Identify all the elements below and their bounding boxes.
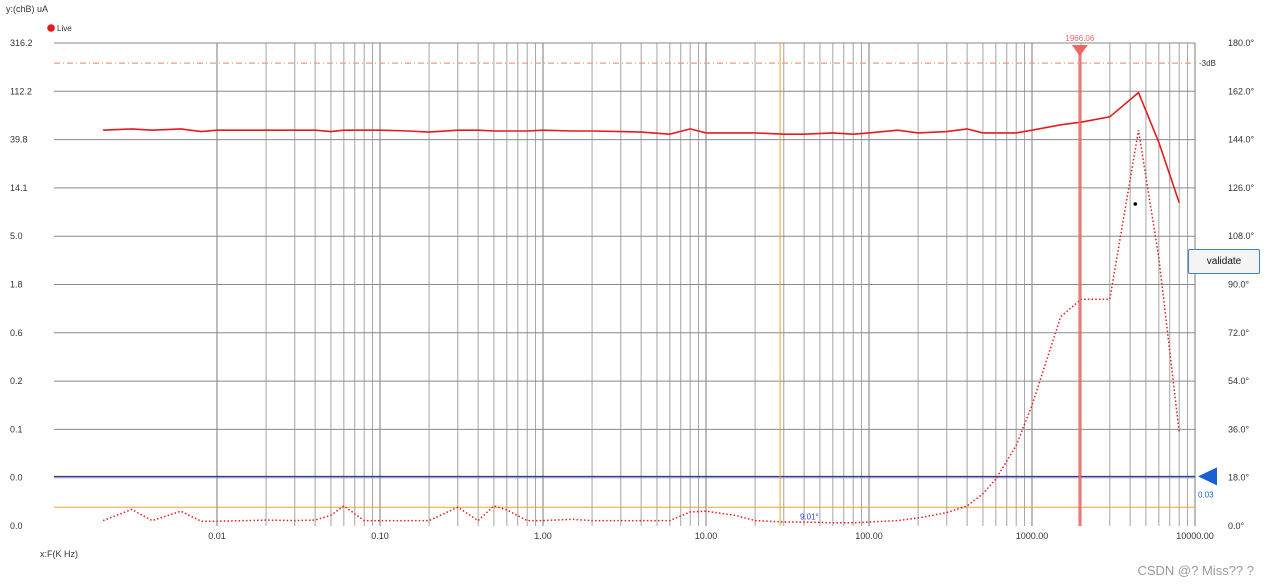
blue-cursor-handle bbox=[1198, 467, 1217, 486]
y-right-tick-label: 144.0° bbox=[1228, 135, 1255, 145]
y-left-tick-label: 0.6 bbox=[10, 328, 23, 338]
x-tick-label: 10000.00 bbox=[1176, 531, 1214, 541]
y-right-tick-label: 90.0° bbox=[1228, 280, 1250, 290]
blue-cursor-value: 0.03 bbox=[1198, 490, 1214, 499]
y-right-tick-label: 36.0° bbox=[1228, 424, 1250, 434]
frequency-marker[interactable]: 1966.06 bbox=[1065, 34, 1095, 526]
ticks: 0.0 0.0° 0.0 18.0° 0.1 36.0° 0.2 54.0° 0.6 72.0° 1… bbox=[10, 38, 1255, 541]
validate-button[interactable]: validate bbox=[1188, 249, 1260, 274]
y-right-tick-label: 54.0° bbox=[1228, 376, 1250, 386]
watermark: CSDN @? Miss?? ? bbox=[1137, 563, 1254, 578]
data-point-marker bbox=[1133, 202, 1138, 206]
y-left-tick-label: 0.2 bbox=[10, 376, 23, 386]
x-tick-label: 10.00 bbox=[695, 531, 718, 541]
y-left-tick-label: 1.8 bbox=[10, 280, 23, 290]
y-axis-label: y:(chB) uA bbox=[6, 4, 48, 14]
legend-live-label: Live bbox=[57, 24, 72, 33]
y-right-tick-label: 18.0° bbox=[1228, 473, 1250, 483]
y-left-tick-label: 316.2 bbox=[10, 38, 33, 48]
threshold-line: -3dB bbox=[54, 59, 1216, 68]
y-right-tick-label: 126.0° bbox=[1228, 183, 1255, 193]
y-left-tick-label: 0.0 bbox=[10, 521, 23, 531]
y-left-tick-label: 39.8 bbox=[10, 135, 28, 145]
x-tick-label: 1000.00 bbox=[1016, 531, 1049, 541]
phase-label: 9.01° bbox=[800, 513, 819, 522]
y-left-tick-label: 0.0 bbox=[10, 473, 23, 483]
marker-vertical-line bbox=[1078, 45, 1082, 526]
x-tick-label: 0.01 bbox=[208, 531, 226, 541]
grid bbox=[54, 42, 1196, 526]
chart: -3dB 0.039.01° 0.0 0.0°0.0 18.0°0.1 36.0°0.… bbox=[6, 4, 1255, 559]
y-right-tick-label: 108.0° bbox=[1228, 231, 1255, 241]
y-left-tick-label: 0.1 bbox=[10, 424, 23, 434]
marker-handle bbox=[1071, 45, 1088, 56]
x-tick-label: 1.00 bbox=[534, 531, 552, 541]
x-tick-label: 0.10 bbox=[371, 531, 389, 541]
y-right-tick-label: 180.0° bbox=[1228, 38, 1255, 48]
y-left-tick-label: 5.0 bbox=[10, 231, 23, 241]
threshold-label: -3dB bbox=[1199, 59, 1216, 68]
y-left-tick-label: 14.1 bbox=[10, 183, 28, 193]
marker-label: 1966.06 bbox=[1065, 34, 1094, 43]
y-right-tick-label: 162.0° bbox=[1228, 86, 1255, 96]
y-right-tick-label: 72.0° bbox=[1228, 328, 1250, 338]
y-right-tick-label: 0.0° bbox=[1228, 521, 1245, 531]
legend-live-dot bbox=[47, 24, 55, 32]
x-tick-label: 100.00 bbox=[855, 531, 883, 541]
y-left-tick-label: 112.2 bbox=[10, 86, 32, 96]
x-axis-label: x:F(K Hz) bbox=[40, 549, 78, 559]
